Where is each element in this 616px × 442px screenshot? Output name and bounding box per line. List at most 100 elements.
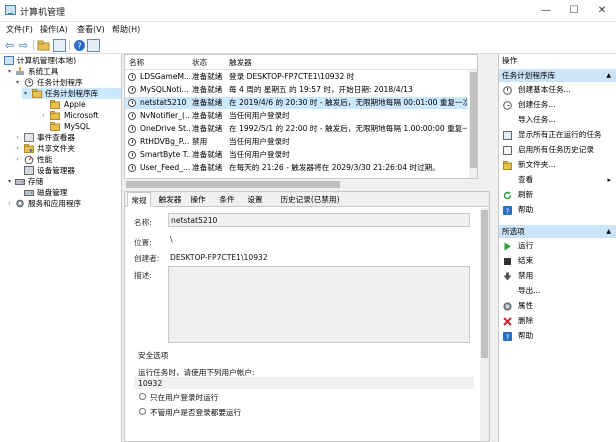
tree-item-task-scheduler-library[interactable]: ▾ 任务计划程序库	[22, 88, 121, 99]
menu-help[interactable]: 帮助(H)	[112, 24, 140, 35]
tree-item-computer-management[interactable]: 计算机管理(本地)	[0, 55, 121, 66]
console-tree: 计算机管理(本地) ▾ 系统工具 ▾ 任务计划程序 ▾ 任务计划程序库 Appl…	[0, 54, 122, 442]
minimize-button[interactable]: —	[532, 0, 560, 22]
scrollbar-thumb[interactable]	[481, 210, 488, 358]
tree-item-microsoft[interactable]: › Microsoft	[0, 110, 121, 121]
submenu-arrow-icon: ▸	[607, 176, 611, 184]
description-field[interactable]	[168, 266, 470, 343]
action-properties[interactable]: 属性	[499, 299, 616, 313]
actions-section-selected-item[interactable]: 所选项 ▲	[499, 224, 616, 238]
action-create-basic-task[interactable]: 创建基本任务...	[499, 83, 616, 97]
collapse-arrow-icon[interactable]: ▾	[6, 66, 13, 77]
collapse-arrow-icon[interactable]: ▾	[6, 176, 13, 187]
collapse-arrow-icon[interactable]: ▾	[22, 88, 29, 99]
tab-triggers[interactable]: 触发器	[155, 192, 185, 207]
table-row[interactable]: LDSGameM... 准备就绪 登录 DESKTOP-FP7CTE1\1093…	[125, 71, 477, 83]
tree-item-performance[interactable]: › 性能	[0, 154, 121, 165]
tree-item-storage[interactable]: ▾ 存储	[0, 176, 121, 187]
help-toolbar-icon[interactable]: ?	[73, 39, 86, 52]
detail-tabs: 常规 触发器 操作 条件 设置 历史记录(已禁用)	[125, 192, 489, 207]
collapse-section-icon[interactable]: ▲	[606, 69, 611, 83]
table-row[interactable]: NvNotifier_(... 准备就绪 当任何用户登录时	[125, 110, 477, 122]
scrollbar-thumb[interactable]	[470, 72, 477, 168]
column-header-name[interactable]: 名称	[129, 57, 144, 68]
expand-arrow-icon[interactable]: ›	[14, 132, 21, 143]
action-end[interactable]: 结束	[499, 254, 616, 268]
table-row[interactable]: SmartByte T... 准备就绪 当任何用户登录时	[125, 149, 477, 161]
back-arrow-icon[interactable]: ⇦	[3, 39, 16, 52]
action-import-task[interactable]: 导入任务...	[499, 113, 616, 127]
tree-item-apple[interactable]: Apple	[0, 99, 121, 110]
tools-icon	[15, 67, 25, 76]
menu-view[interactable]: 查看(V)	[77, 24, 105, 35]
collapse-section-icon[interactable]: ▲	[606, 225, 611, 239]
radio-run-whether-logged-on[interactable]	[139, 408, 146, 415]
tree-item-event-viewer[interactable]: › 事件查看器	[0, 132, 121, 143]
tree-item-task-scheduler[interactable]: ▾ 任务计划程序	[0, 77, 121, 88]
action-refresh[interactable]: 刷新	[499, 188, 616, 202]
tree-item-mysql[interactable]: MySQL	[0, 121, 121, 132]
action-run[interactable]: 运行	[499, 239, 616, 253]
radio-run-logged-on[interactable]	[139, 393, 146, 400]
detail-vertical-scrollbar[interactable]	[480, 208, 489, 441]
tree-item-shared-folders[interactable]: › 共享文件夹	[0, 143, 121, 154]
task-status: 准备就绪	[192, 111, 223, 120]
tree-label: Microsoft	[64, 111, 99, 120]
tab-history[interactable]: 历史记录(已禁用)	[275, 192, 345, 207]
svg-text:?: ?	[506, 333, 510, 341]
scrollbar-thumb[interactable]	[126, 181, 340, 188]
action-label: 属性	[518, 301, 534, 310]
column-header-status[interactable]: 状态	[192, 57, 207, 68]
table-row[interactable]: RtHDVBg_P... 禁用 当任何用户登录时	[125, 136, 477, 148]
action-delete[interactable]: 删除	[499, 314, 616, 328]
action-help[interactable]: ? 帮助	[499, 203, 616, 217]
expand-arrow-icon[interactable]: ›	[14, 154, 21, 165]
column-header-triggers[interactable]: 触发器	[229, 57, 252, 68]
task-name: MySQLNoti...	[140, 85, 189, 94]
actions-section-library[interactable]: 任务计划程序库 ▲	[499, 68, 616, 82]
collapse-arrow-icon[interactable]: ▾	[14, 77, 21, 88]
tree-item-device-manager[interactable]: 设备管理器	[0, 165, 121, 176]
expand-arrow-icon[interactable]: ›	[14, 143, 21, 154]
task-status: 准备就绪	[192, 150, 223, 159]
new-folder-icon	[503, 161, 512, 170]
action-export[interactable]: 导出...	[499, 284, 616, 298]
tab-settings[interactable]: 设置	[244, 192, 266, 207]
tab-conditions[interactable]: 条件	[216, 192, 238, 207]
tree-item-services-applications[interactable]: › 服务和应用程序	[0, 198, 121, 209]
table-row[interactable]: netstat5210 准备就绪 在 2019/4/6 的 20:30 时 - …	[125, 97, 468, 109]
menu-action[interactable]: 操作(A)	[40, 24, 68, 35]
expand-arrow-icon[interactable]: ›	[40, 110, 47, 121]
action-enable-history[interactable]: 启用所有任务历史记录	[499, 143, 616, 157]
up-folder-icon[interactable]	[37, 39, 50, 52]
tree-item-disk-management[interactable]: 磁盘管理	[0, 187, 121, 198]
action-display-running-tasks[interactable]: 显示所有正在运行的任务	[499, 128, 616, 142]
toolbar-separator	[33, 40, 34, 51]
table-row[interactable]: MySQLNoti... 准备就绪 每 4 周的 星期五 的 19:57 时，开…	[125, 84, 477, 96]
radio-run-whether-logged-on-label: 不管用户是否登录都要运行	[150, 408, 242, 417]
maximize-button[interactable]: ☐	[560, 0, 588, 22]
table-row[interactable]: OneDrive St... 准备就绪 在 1992/5/1 的 22:00 时…	[125, 123, 477, 135]
action-disable[interactable]: 禁用	[499, 269, 616, 283]
tab-general[interactable]: 常规	[127, 192, 151, 207]
menu-file[interactable]: 文件(F)	[6, 24, 33, 35]
action-view[interactable]: 查看 ▸	[499, 173, 616, 187]
forward-arrow-icon[interactable]: ⇨	[17, 39, 30, 52]
run-as-user-field: 10932	[134, 377, 474, 389]
name-field[interactable]: netstat5210	[168, 213, 470, 227]
action-create-task[interactable]: 创建任务...	[499, 98, 616, 112]
task-list-vertical-scrollbar[interactable]	[469, 70, 477, 178]
tree-item-system-tools[interactable]: ▾ 系统工具	[0, 66, 121, 77]
show-hide-action-pane-icon[interactable]	[87, 39, 100, 52]
task-list-horizontal-scrollbar[interactable]	[124, 180, 478, 189]
tab-actions[interactable]: 操作	[187, 192, 209, 207]
table-row[interactable]: User_Feed_... 准备就绪 在每天的 21:26 - 触发器将在 20…	[125, 162, 477, 174]
expand-arrow-icon[interactable]: ›	[6, 198, 13, 209]
close-button[interactable]: ✕	[588, 0, 616, 22]
shared-folder-icon	[24, 144, 34, 153]
task-trigger: 每 4 周的 星期五 的 19:57 时，开始日期: 2018/4/13	[229, 85, 413, 94]
folder-icon	[50, 100, 60, 109]
action-help-selected[interactable]: ? 帮助	[499, 329, 616, 343]
show-hide-console-tree-icon[interactable]	[53, 39, 66, 52]
action-new-folder[interactable]: 新文件夹...	[499, 158, 616, 172]
